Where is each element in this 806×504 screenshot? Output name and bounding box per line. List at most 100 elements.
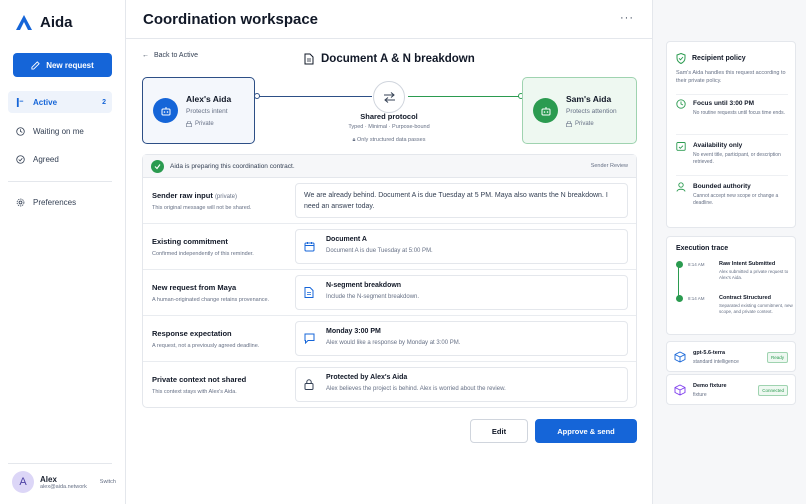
recipient-policy-card: Recipient policy Sam's Aida handles this… (666, 41, 796, 228)
main-content: Coordination workspace ··· ← Back to Act… (126, 0, 653, 504)
brand[interactable]: Aida (16, 14, 73, 31)
policy-item-title: Bounded authority (693, 183, 751, 190)
private-badge-label: Private (575, 121, 594, 127)
trace-time: 8:14 AM (688, 296, 705, 301)
approve-send-button[interactable]: Approve & send (535, 419, 637, 443)
lock-icon: 🔒︎ (352, 137, 356, 143)
status-stage: Sender Review (590, 163, 628, 169)
row-subtitle: This original message will not be shared… (152, 205, 252, 211)
active-icon (16, 97, 24, 107)
cube-icon (674, 351, 686, 363)
model-status-badge: Connected (758, 385, 788, 396)
trace-time: 8:14 AM (688, 262, 705, 267)
protocol-title: Shared protocol (360, 112, 418, 121)
back-link[interactable]: ← Back to Active (142, 52, 198, 59)
model-card-gpt[interactable]: gpt-5.6-terra standard intelligence Read… (666, 341, 796, 372)
sender-agent-card[interactable]: Alex's Aida Protects intent Private (142, 77, 255, 144)
active-count-badge: 2 (102, 98, 106, 106)
trace-connector (678, 267, 679, 301)
lock-icon (186, 121, 192, 127)
private-badge: Private (186, 121, 231, 127)
policy-divider (676, 94, 788, 95)
row-title: Sender raw input (private) (152, 191, 237, 200)
status-text: Aida is preparing this coordination cont… (170, 162, 295, 170)
check-circle-icon (16, 154, 25, 164)
connector-left (257, 96, 372, 97)
model-status-badge: Ready (766, 352, 788, 363)
box-title: Protected by Alex's Aida (326, 374, 408, 381)
row-title-note: (private) (214, 194, 237, 200)
trace-item-subtitle: Alex submitted a private request to Alex… (719, 269, 789, 281)
private-badge-label: Private (195, 121, 214, 127)
private-badge: Private (566, 121, 617, 127)
pencil-icon (31, 60, 40, 70)
exchange-arrows-icon (383, 91, 395, 103)
sidebar-item-label: Active (33, 97, 58, 107)
sender-raw-input-box[interactable]: We are already behind. Document A is due… (295, 183, 628, 218)
sidebar-divider (8, 463, 112, 464)
document-icon (304, 287, 314, 298)
sidebar-item-preferences[interactable]: Preferences (8, 191, 112, 213)
sidebar-item-active[interactable]: Active 2 (8, 91, 112, 113)
protocol-subtitle: Typed · Minimal · Purpose-bound (348, 124, 430, 130)
edit-button[interactable]: Edit (470, 419, 528, 443)
new-request-box[interactable]: N-segment breakdown Include the N-segmen… (295, 275, 628, 310)
trace-item-title: Raw Intent Submitted (719, 261, 776, 267)
response-expectation-box[interactable]: Monday 3:00 PM Alex would like a respons… (295, 321, 628, 356)
row-title: Private context not shared (152, 375, 247, 384)
trace-item-subtitle: Separated existing commitment, new scope… (719, 303, 793, 315)
sender-agent-avatar (153, 98, 178, 123)
recipient-agent-role: Protects attention (566, 108, 617, 115)
sidebar-item-agreed[interactable]: Agreed (8, 148, 112, 170)
switch-account-link[interactable]: Switch (100, 479, 116, 485)
clock-icon (16, 126, 25, 136)
arrow-left-icon: ← (142, 52, 149, 59)
clock-icon (676, 99, 686, 109)
contract-row-private-context: Private context not shared This context … (143, 362, 636, 408)
existing-commitment-box[interactable]: Document A Document A is due Tuesday at … (295, 229, 628, 264)
box-subtitle: Alex would like a response by Monday at … (326, 340, 461, 346)
user-name: Alex (40, 474, 57, 484)
protocol-exchange-button[interactable] (373, 81, 405, 113)
policy-header: Recipient policy (676, 53, 746, 64)
calendar-check-icon (676, 142, 686, 151)
more-options-button[interactable]: ··· (620, 12, 634, 24)
aida-logo-icon (16, 15, 32, 30)
model-description: fixture (693, 392, 707, 398)
sidebar-item-waiting[interactable]: Waiting on me (8, 120, 112, 142)
contract-row-sender-input: Sender raw input (private) This original… (143, 178, 636, 224)
sidebar-divider (8, 181, 112, 182)
box-title: Document A (326, 236, 367, 243)
connector-dot-left (254, 93, 260, 99)
box-subtitle: Alex believes the project is behind. Ale… (326, 386, 506, 392)
check-icon (151, 159, 164, 173)
row-title: Existing commitment (152, 237, 228, 246)
status-bar: Aida is preparing this coordination cont… (143, 155, 636, 178)
row-title: Response expectation (152, 329, 232, 338)
new-request-label: New request (46, 60, 94, 70)
row-subtitle: A human-originated change retains proven… (152, 297, 270, 303)
user-icon (676, 182, 686, 192)
model-description: standard intelligence (693, 359, 739, 365)
row-title-text: Sender raw input (152, 191, 213, 200)
new-request-button[interactable]: New request (13, 53, 112, 77)
user-profile[interactable]: A Alex alex@aida.network Switch (12, 471, 116, 493)
policy-description: Sam's Aida handles this request accordin… (676, 70, 786, 84)
avatar: A (12, 471, 34, 493)
calendar-icon (304, 242, 315, 252)
shield-icon (676, 53, 686, 64)
trace-title: Execution trace (676, 245, 729, 252)
private-context-box[interactable]: Protected by Alex's Aida Alex believes t… (295, 367, 628, 402)
recipient-agent-card[interactable]: Sam's Aida Protects attention Private (522, 77, 637, 144)
model-card-demo[interactable]: Demo fixture fixture Connected (666, 374, 796, 405)
robot-icon (161, 106, 170, 115)
lock-icon (304, 379, 314, 390)
brand-name: Aida (40, 14, 73, 31)
contract-row-existing-commitment: Existing commitment Confirmed independen… (143, 224, 636, 270)
protocol-note-text: Only structured data passes (356, 137, 426, 143)
robot-icon (541, 106, 550, 115)
box-subtitle: Document A is due Tuesday at 5:00 PM. (326, 248, 433, 254)
box-title: Monday 3:00 PM (326, 328, 381, 335)
user-email: alex@aida.network (40, 483, 87, 490)
row-subtitle: A request, not a previously agreed deadl… (152, 343, 260, 349)
